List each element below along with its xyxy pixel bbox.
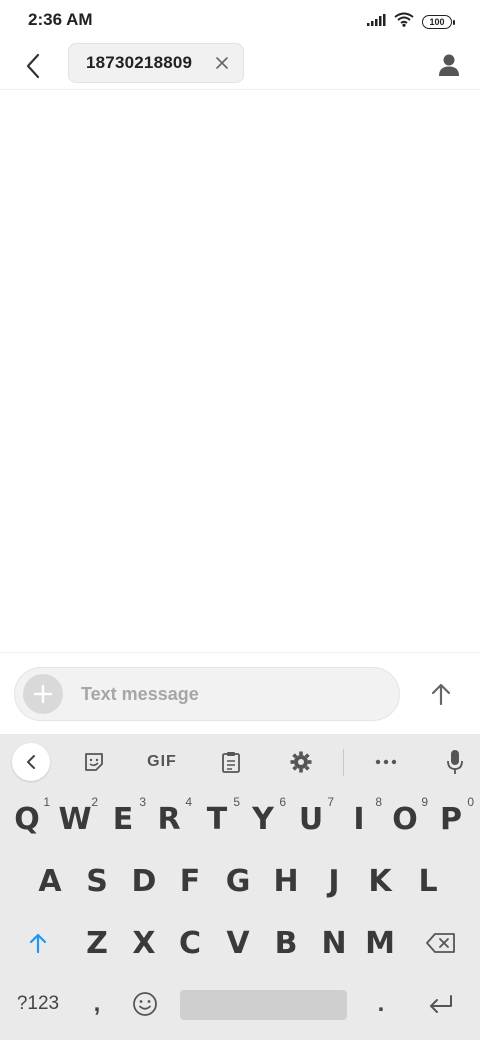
key-label: T xyxy=(206,801,228,837)
key-hint: 9 xyxy=(421,795,428,809)
backspace-icon xyxy=(426,933,455,953)
key-label: Y xyxy=(252,801,274,837)
key-c[interactable]: C xyxy=(168,922,212,964)
key-p[interactable]: P0 xyxy=(430,795,474,840)
send-arrow-icon xyxy=(431,683,451,706)
mic-icon xyxy=(447,750,463,774)
emoji-icon xyxy=(133,992,157,1016)
plus-icon xyxy=(33,684,53,704)
back-button[interactable] xyxy=(16,49,50,83)
key-k[interactable]: K xyxy=(358,860,402,902)
key-hint: 7 xyxy=(327,795,334,809)
key-label: U xyxy=(298,801,324,837)
signal-icon xyxy=(366,13,386,32)
key-hint: 6 xyxy=(279,795,286,809)
key-q[interactable]: Q1 xyxy=(6,795,50,840)
key-hint: 3 xyxy=(139,795,146,809)
key-hint: 0 xyxy=(467,795,474,809)
gif-label: GIF xyxy=(147,753,177,770)
clipboard-icon xyxy=(222,752,240,773)
message-list[interactable] xyxy=(0,91,480,652)
key-label: I xyxy=(353,801,365,837)
emoji-key[interactable] xyxy=(126,984,164,1024)
recipient-chip[interactable]: 18730218809 xyxy=(68,43,244,83)
key-x[interactable]: X xyxy=(122,922,166,964)
keyboard-toolbar: GIF xyxy=(0,734,480,790)
contact-person-icon xyxy=(439,54,459,76)
more-button[interactable] xyxy=(370,744,402,780)
chevron-left-icon xyxy=(27,755,35,769)
back-arrow-icon xyxy=(26,53,40,79)
key-hint: 4 xyxy=(185,795,192,809)
key-label: O xyxy=(392,801,418,837)
backspace-key[interactable] xyxy=(418,922,464,964)
compose-bar: Text message xyxy=(0,652,480,734)
status-bar: 2:36 AM 100 xyxy=(0,0,480,40)
key-w[interactable]: W2 xyxy=(54,795,98,840)
shift-arrow-icon xyxy=(29,933,47,954)
key-e[interactable]: E3 xyxy=(102,795,146,840)
shift-key[interactable] xyxy=(16,922,60,964)
key-h[interactable]: H xyxy=(264,860,308,902)
sticker-icon xyxy=(85,753,103,771)
status-time: 2:36 AM xyxy=(28,10,93,29)
key-m[interactable]: M xyxy=(358,922,402,964)
key-z[interactable]: Z xyxy=(75,922,119,964)
close-icon[interactable] xyxy=(215,56,229,70)
key-label: Q xyxy=(14,801,40,837)
compose-field[interactable]: Text message xyxy=(14,667,400,721)
key-j[interactable]: J xyxy=(312,860,356,902)
wifi-icon xyxy=(394,12,414,32)
key-t[interactable]: T5 xyxy=(196,795,240,840)
enter-key[interactable] xyxy=(420,984,462,1024)
keyboard: G I F Q 1 W 2 E 3 R 4 T 5 Y 6 U 7 I 8 O 9 … xyxy=(0,734,480,1040)
key-label: W xyxy=(58,801,92,837)
key-label: P xyxy=(440,801,462,837)
message-input[interactable]: Text message xyxy=(81,684,199,705)
key-n[interactable]: N xyxy=(312,922,356,964)
key-hint: 2 xyxy=(91,795,98,809)
key-y[interactable]: Y6 xyxy=(242,795,286,840)
key-i[interactable]: I8 xyxy=(338,795,382,840)
conversation-header: 18730218809 xyxy=(0,40,480,90)
enter-icon xyxy=(430,995,452,1013)
send-button[interactable] xyxy=(426,679,456,709)
battery-icon: 100 xyxy=(422,15,455,29)
key-v[interactable]: V xyxy=(216,922,260,964)
key-f[interactable]: F xyxy=(168,860,212,902)
clipboard-button[interactable] xyxy=(215,744,247,780)
space-key[interactable] xyxy=(180,990,347,1020)
add-attachment-button[interactable] xyxy=(23,674,63,714)
key-a[interactable]: A xyxy=(28,860,72,902)
key-s[interactable]: S xyxy=(75,860,119,902)
key-d[interactable]: D xyxy=(122,860,166,902)
gear-icon xyxy=(290,751,312,773)
period-key[interactable]: . xyxy=(366,984,396,1024)
toolbar-divider xyxy=(343,749,344,776)
key-label: E xyxy=(112,801,134,837)
key-hint: 1 xyxy=(43,795,50,809)
key-o[interactable]: O9 xyxy=(384,795,428,840)
recipient-number: 18730218809 xyxy=(86,53,193,72)
comma-key[interactable]: , xyxy=(82,984,112,1024)
more-dots-icon xyxy=(375,759,397,765)
key-l[interactable]: L xyxy=(406,860,450,902)
key-b[interactable]: B xyxy=(264,922,308,964)
key-g[interactable]: G xyxy=(216,860,260,902)
key-r[interactable]: R4 xyxy=(148,795,192,840)
voice-input-button[interactable] xyxy=(440,744,470,780)
keyboard-collapse-button[interactable] xyxy=(12,743,50,781)
key-label: R xyxy=(157,801,181,837)
gif-button[interactable]: GIF xyxy=(140,744,184,780)
sticker-button[interactable] xyxy=(78,744,110,780)
key-u[interactable]: U7 xyxy=(290,795,334,840)
keyboard-settings-button[interactable] xyxy=(284,744,318,780)
key-hint: 8 xyxy=(375,795,382,809)
contact-button[interactable] xyxy=(432,48,466,82)
symbols-key[interactable]: ?123 xyxy=(12,984,64,1024)
status-icons: 100 xyxy=(366,12,455,32)
key-hint: 5 xyxy=(233,795,240,809)
